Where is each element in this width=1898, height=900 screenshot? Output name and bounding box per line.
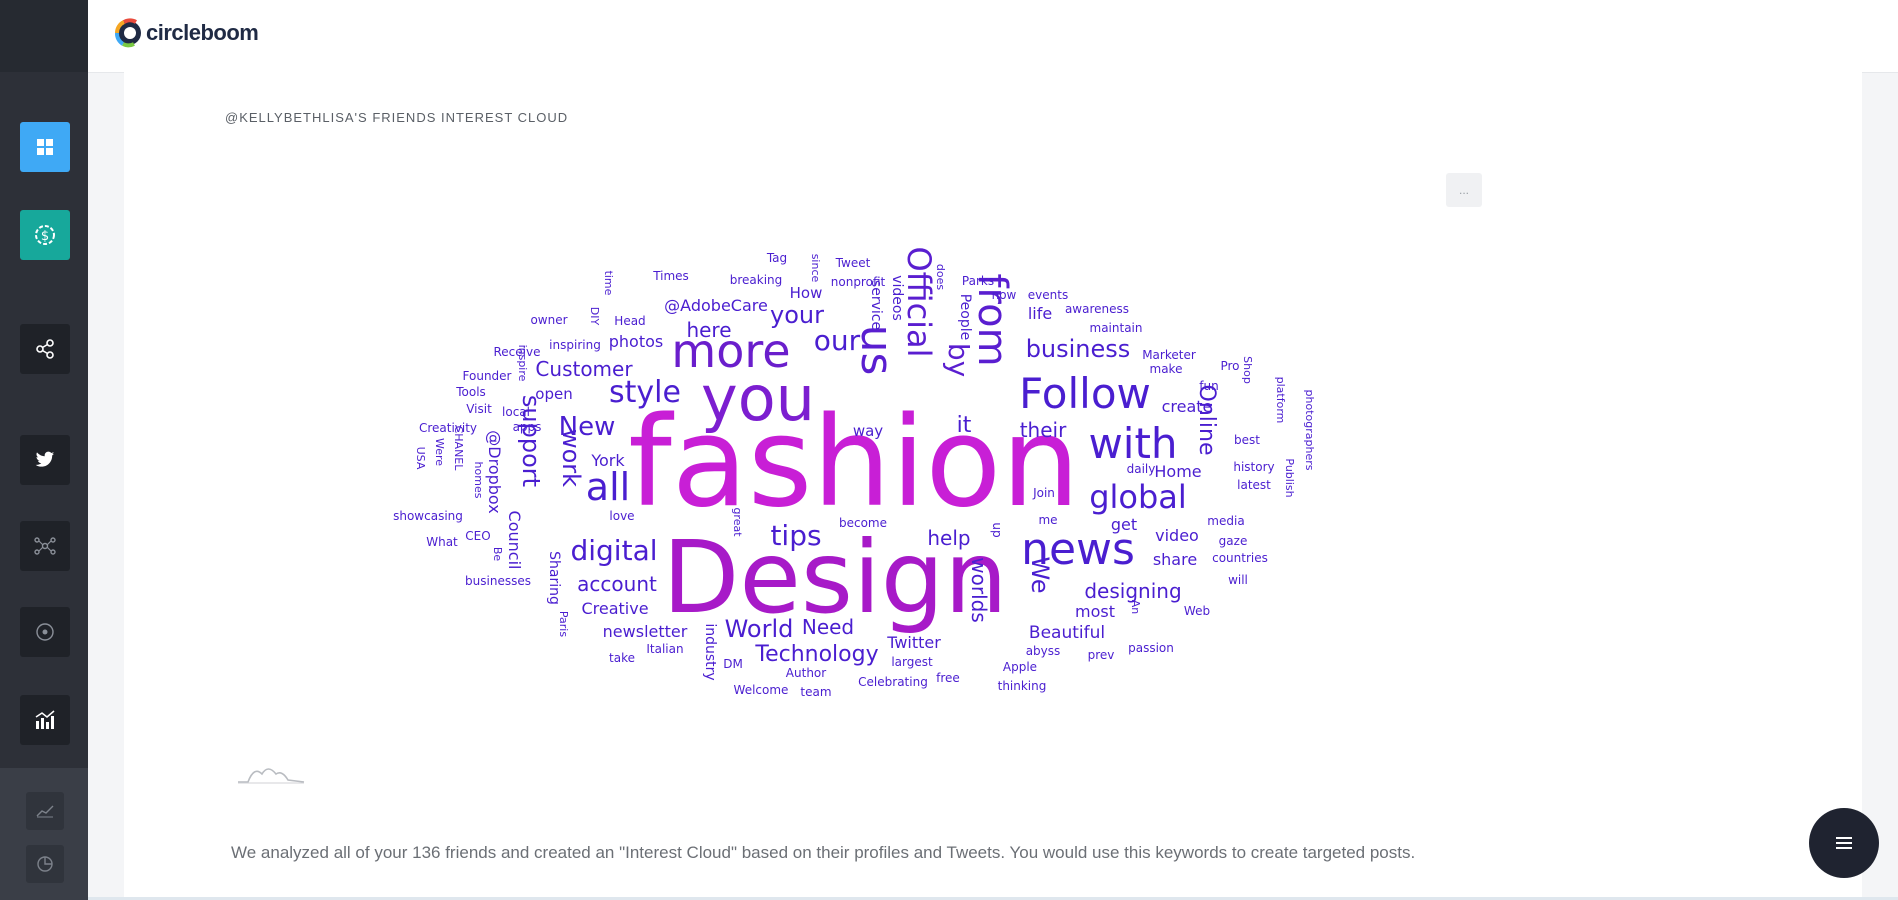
page-title: @KELLYBETHLISA'S FRIENDS INTEREST CLOUD <box>225 110 568 125</box>
share-icon <box>35 339 55 359</box>
sidebar-header <box>0 0 88 72</box>
dollar-gear-icon: $ <box>32 222 58 248</box>
nav-network-button[interactable] <box>20 521 70 571</box>
trend-chart-icon <box>36 804 54 818</box>
interest-cloud-card <box>124 72 1862 900</box>
nav-billing-button[interactable]: $ <box>20 210 70 260</box>
nav-target-button[interactable] <box>20 607 70 657</box>
nav-trend-button[interactable] <box>26 792 64 830</box>
more-options-button[interactable]: ... <box>1446 173 1482 207</box>
nav-dashboard-button[interactable] <box>20 122 70 172</box>
analytics-icon <box>34 710 56 730</box>
brand-logo[interactable]: circleboom <box>114 18 258 48</box>
circle-target-icon <box>35 622 55 642</box>
brand-name: circleboom <box>146 20 258 46</box>
svg-text:$: $ <box>41 229 49 244</box>
cloud-description: We analyzed all of your 136 friends and … <box>231 843 1415 863</box>
nav-twitter-button[interactable] <box>20 435 70 485</box>
sidebar: $ <box>0 0 88 900</box>
nav-analytics-button[interactable] <box>20 695 70 745</box>
sparkline-icon <box>236 762 306 786</box>
pie-chart-icon <box>36 855 54 873</box>
top-bar <box>88 0 1898 73</box>
nav-pie-button[interactable] <box>26 845 64 883</box>
circleboom-logo-icon <box>114 18 144 48</box>
network-icon <box>34 536 56 556</box>
floating-menu-button[interactable] <box>1809 808 1879 878</box>
twitter-icon <box>35 451 55 469</box>
hamburger-menu-icon <box>1835 835 1853 851</box>
dashboard-icon <box>35 137 55 157</box>
nav-share-button[interactable] <box>20 324 70 374</box>
